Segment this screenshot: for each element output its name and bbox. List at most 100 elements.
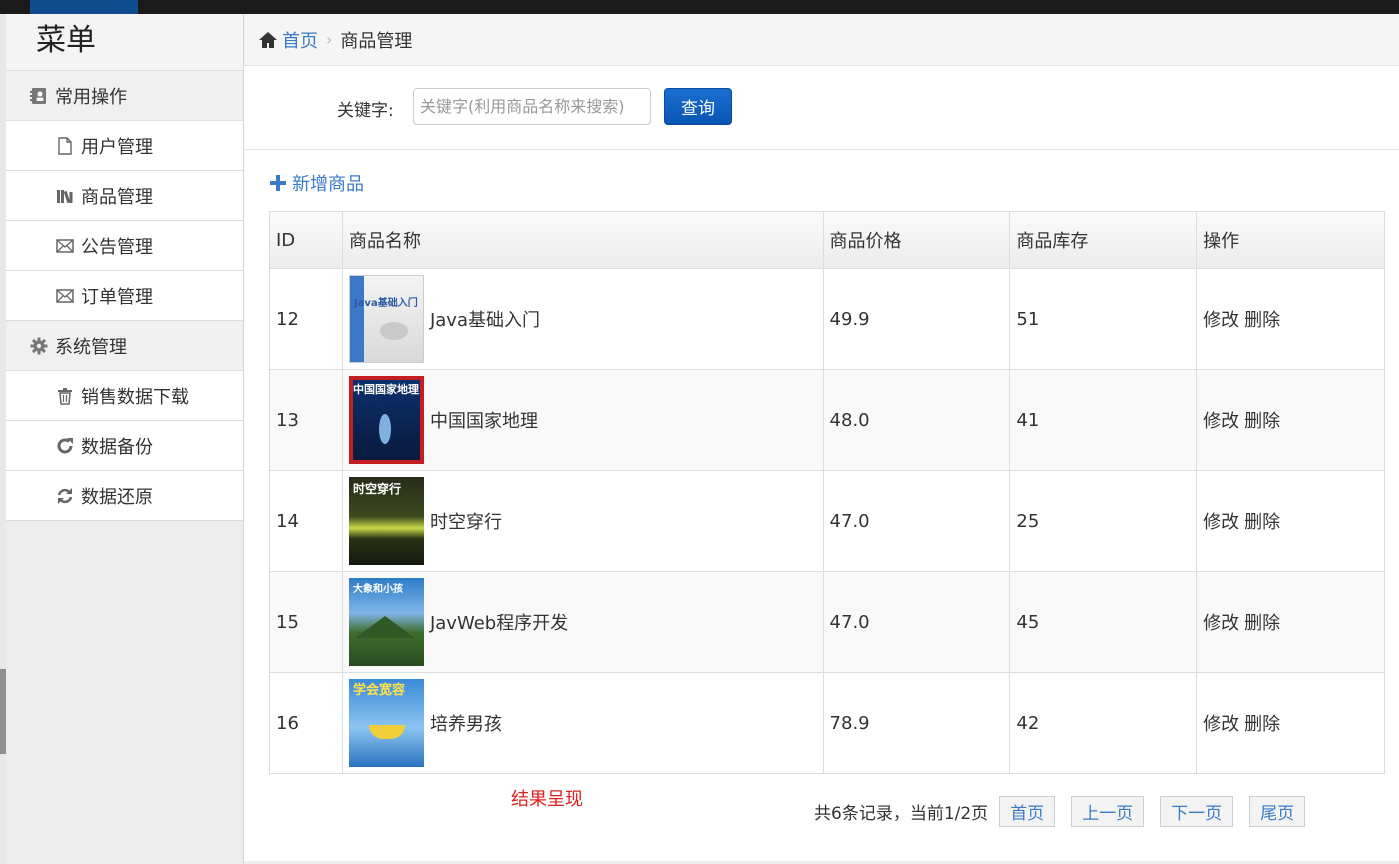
cell-actions: 修改 删除 <box>1196 571 1385 673</box>
book-cover-image: Java基础入门 <box>348 275 424 363</box>
breadcrumb-home-link[interactable]: 首页 <box>282 27 318 53</box>
sidebar-group-label: 常用操作 <box>55 86 127 108</box>
sidebar-item-restore[interactable]: 数据还原 <box>6 471 243 521</box>
pagination: 共6条记录，当前1/2页 首页 上一页 下一页 尾页 <box>814 796 1321 827</box>
book-cover-image: 时空穿行 <box>348 477 424 565</box>
edit-link[interactable]: 修改 <box>1203 714 1239 735</box>
cell-id: 16 <box>269 672 343 774</box>
product-name: JavWeb程序开发 <box>429 613 569 634</box>
cell-price: 48.0 <box>822 369 1011 471</box>
cell-actions: 修改 删除 <box>1196 470 1385 572</box>
sidebar-group-label: 系统管理 <box>55 336 127 358</box>
product-name: 培养男孩 <box>429 714 502 735</box>
product-name: 中国国家地理 <box>429 411 538 432</box>
cell-price: 49.9 <box>822 268 1011 370</box>
edit-link[interactable]: 修改 <box>1203 613 1239 634</box>
delete-link[interactable]: 删除 <box>1244 512 1280 533</box>
first-page-button[interactable]: 首页 <box>999 796 1056 827</box>
pagination-info: 共6条记录，当前1/2页 <box>814 804 989 824</box>
home-icon[interactable] <box>258 30 278 50</box>
delete-link[interactable]: 删除 <box>1244 714 1280 735</box>
breadcrumb-separator-icon: › <box>326 30 333 49</box>
prev-page-button[interactable]: 上一页 <box>1071 796 1145 827</box>
product-name: 时空穿行 <box>429 512 502 533</box>
cell-stock: 25 <box>1009 470 1198 572</box>
search-label: 关键字: <box>337 101 394 121</box>
cell-id: 12 <box>269 268 343 370</box>
file-icon <box>56 136 74 155</box>
gear-icon <box>30 337 48 355</box>
edit-link[interactable]: 修改 <box>1203 411 1239 432</box>
product-table: ID 商品名称 商品价格 商品库存 操作 12 Java基础入门 Java基础入… <box>269 211 1385 774</box>
sidebar-item-sales-download[interactable]: 销售数据下载 <box>6 371 243 421</box>
search-button[interactable]: 查询 <box>664 88 732 125</box>
last-page-button[interactable]: 尾页 <box>1249 796 1306 827</box>
table-row: 16 学会宽容 培养男孩 78.9 42 修改 删除 <box>269 672 1385 774</box>
sync-icon <box>56 487 74 505</box>
result-label: 结果呈现 <box>511 789 583 810</box>
book-cover-image: 大象和小孩 <box>348 578 424 666</box>
cell-stock: 51 <box>1009 268 1198 370</box>
books-icon <box>56 187 74 205</box>
search-input[interactable] <box>413 88 651 125</box>
sidebar-item-label: 公告管理 <box>81 236 153 258</box>
sidebar-item-label: 商品管理 <box>81 186 153 208</box>
trash-icon <box>56 387 74 405</box>
edit-link[interactable]: 修改 <box>1203 512 1239 533</box>
cell-stock: 41 <box>1009 369 1198 471</box>
cell-stock: 45 <box>1009 571 1198 673</box>
table-row: 15 大象和小孩 JavWeb程序开发 47.0 45 修改 删除 <box>269 571 1385 673</box>
cell-id: 15 <box>269 571 343 673</box>
edit-link[interactable]: 修改 <box>1203 310 1239 331</box>
sidebar-title: 菜单 <box>6 14 243 71</box>
column-header-id[interactable]: ID <box>269 211 343 269</box>
cell-name: 学会宽容 培养男孩 <box>341 672 824 774</box>
table-header-row: ID 商品名称 商品价格 商品库存 操作 <box>269 211 1385 269</box>
cell-name: Java基础入门 Java基础入门 <box>341 268 824 370</box>
cell-price: 78.9 <box>822 672 1011 774</box>
cell-actions: 修改 删除 <box>1196 369 1385 471</box>
delete-link[interactable]: 删除 <box>1244 411 1280 432</box>
table-row: 13 中国国家地理 中国国家地理 48.0 41 修改 删除 <box>269 369 1385 471</box>
sidebar-item-label: 销售数据下载 <box>81 386 189 408</box>
cell-price: 47.0 <box>822 571 1011 673</box>
delete-link[interactable]: 删除 <box>1244 613 1280 634</box>
breadcrumb: 首页 › 商品管理 <box>244 14 1399 66</box>
sidebar-item-backup[interactable]: 数据备份 <box>6 421 243 471</box>
column-header-name[interactable]: 商品名称 <box>341 211 824 269</box>
active-tab-strip[interactable] <box>30 0 138 14</box>
cell-name: 时空穿行 时空穿行 <box>341 470 824 572</box>
next-page-button[interactable]: 下一页 <box>1160 796 1234 827</box>
envelope-icon <box>56 237 74 255</box>
delete-link[interactable]: 删除 <box>1244 310 1280 331</box>
sidebar: 菜单 常用操作 用户管理 商品管理 公告管理 订单管理 系统管理 销售数据下载 … <box>6 14 244 864</box>
table-row: 12 Java基础入门 Java基础入门 49.9 51 修改 删除 <box>269 268 1385 370</box>
cell-stock: 42 <box>1009 672 1198 774</box>
add-product-label: 新增商品 <box>292 174 364 195</box>
refresh-icon <box>56 437 74 455</box>
column-header-price[interactable]: 商品价格 <box>822 211 1011 269</box>
plus-icon <box>269 174 287 192</box>
cell-name: 中国国家地理 中国国家地理 <box>341 369 824 471</box>
cell-price: 47.0 <box>822 470 1011 572</box>
add-product-link[interactable]: 新增商品 <box>269 170 364 196</box>
breadcrumb-current: 商品管理 <box>340 30 413 52</box>
column-header-actions[interactable]: 操作 <box>1196 211 1385 269</box>
book-cover-image: 学会宽容 <box>348 679 424 767</box>
address-book-icon <box>30 87 48 105</box>
browser-top-bar <box>0 0 1399 14</box>
cell-name: 大象和小孩 JavWeb程序开发 <box>341 571 824 673</box>
sidebar-item-products[interactable]: 商品管理 <box>6 171 243 221</box>
sidebar-item-orders[interactable]: 订单管理 <box>6 271 243 321</box>
sidebar-item-users[interactable]: 用户管理 <box>6 121 243 171</box>
product-name: Java基础入门 <box>429 310 540 331</box>
book-cover-image: 中国国家地理 <box>348 376 424 464</box>
sidebar-item-label: 数据备份 <box>81 436 153 458</box>
column-header-stock[interactable]: 商品库存 <box>1009 211 1198 269</box>
cell-actions: 修改 删除 <box>1196 672 1385 774</box>
cell-actions: 修改 删除 <box>1196 268 1385 370</box>
cell-id: 14 <box>269 470 343 572</box>
sidebar-group-system[interactable]: 系统管理 <box>6 321 243 371</box>
sidebar-item-notices[interactable]: 公告管理 <box>6 221 243 271</box>
sidebar-group-common[interactable]: 常用操作 <box>6 71 243 121</box>
